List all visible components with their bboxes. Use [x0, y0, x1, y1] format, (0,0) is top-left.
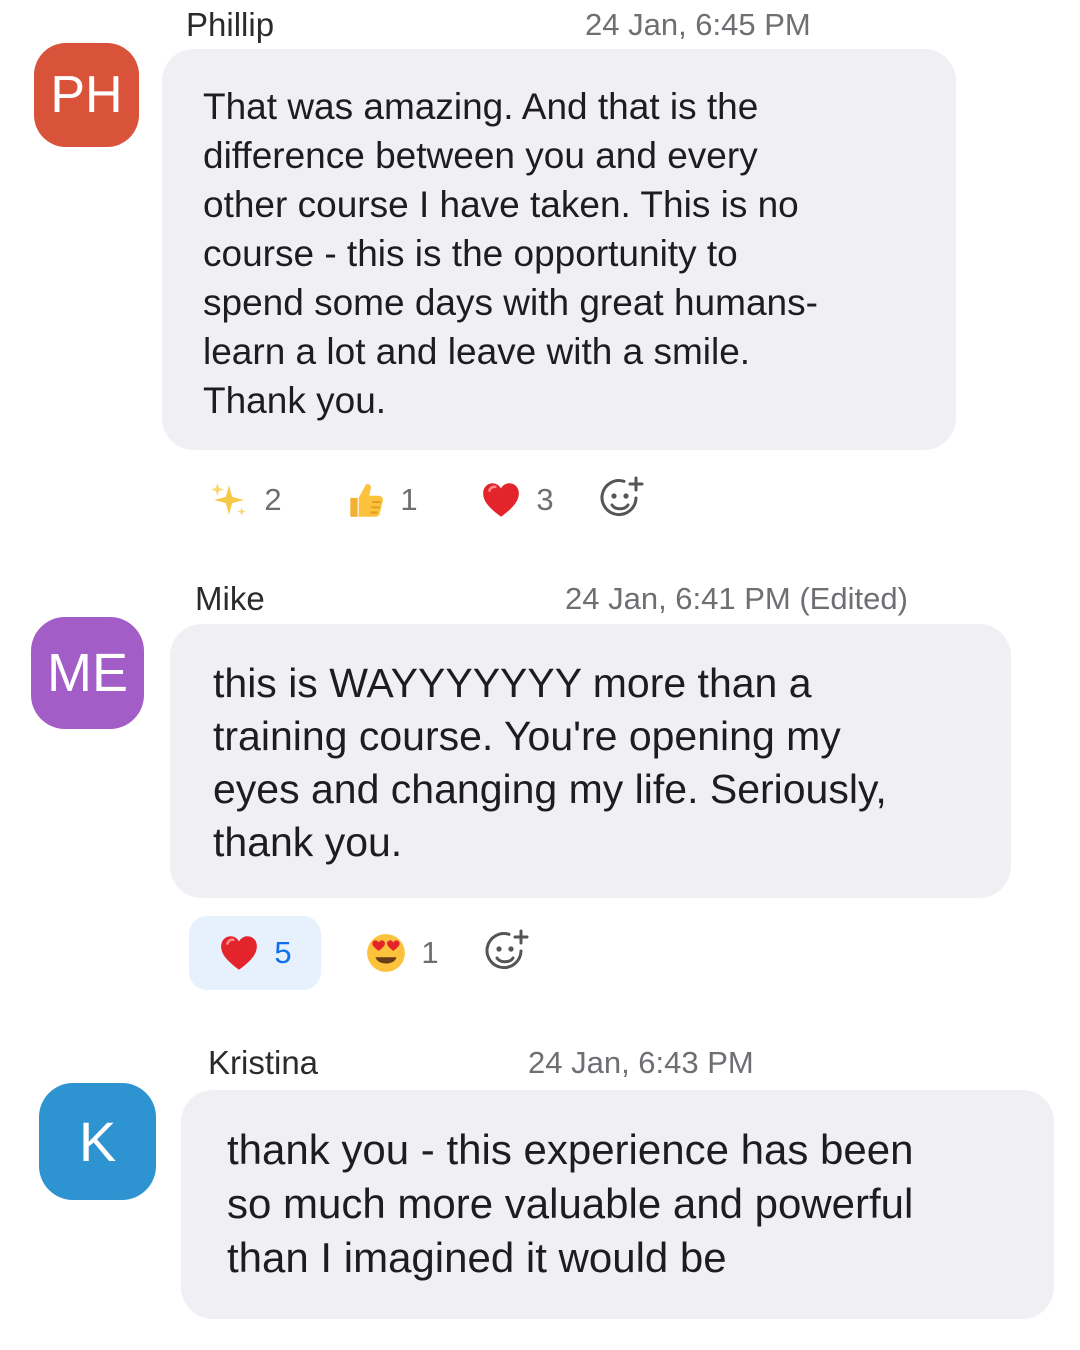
message-bubble[interactable]: That was amazing. And that is the differ… [162, 49, 956, 450]
avatar-mike[interactable]: ME [31, 617, 144, 729]
avatar-kristina[interactable]: K [39, 1083, 156, 1200]
heart-eyes-icon [365, 932, 407, 974]
red-heart-icon [218, 932, 260, 974]
reaction-count: 5 [274, 935, 292, 970]
avatar-initials: K [78, 1110, 117, 1173]
sender-name: Kristina [208, 1044, 319, 1081]
avatar-phillip[interactable]: PH [34, 43, 139, 147]
message-bubble[interactable]: thank you - this experience has been so … [181, 1090, 1054, 1319]
avatar-initials: PH [50, 66, 123, 124]
message-text: this is WAYYYYYYY more than a training c… [213, 660, 887, 865]
add-reaction-icon[interactable] [483, 929, 531, 977]
message-text: thank you - this experience has been so … [227, 1126, 914, 1281]
red-heart-icon [480, 479, 522, 521]
reaction-heart-eyes[interactable]: 1 [347, 916, 457, 990]
message-text: That was amazing. And that is the differ… [203, 86, 818, 421]
add-reaction-icon[interactable] [598, 476, 646, 524]
sender-name: Mike [195, 580, 265, 617]
reaction-count: 1 [400, 482, 418, 517]
avatar-initials: ME [47, 643, 128, 703]
thumbs-up-icon [344, 479, 386, 521]
reaction-heart[interactable]: 3 [462, 463, 572, 537]
message-timestamp: 24 Jan, 6:41 PM (Edited) [565, 581, 908, 616]
message-timestamp: 24 Jan, 6:45 PM [585, 7, 811, 42]
sparkles-icon [208, 479, 250, 521]
message-timestamp: 24 Jan, 6:43 PM [528, 1045, 754, 1080]
reaction-count: 1 [421, 935, 439, 970]
sender-name: Phillip [186, 6, 275, 43]
reaction-count: 3 [536, 482, 554, 517]
reaction-bar: 2 1 3 [190, 463, 646, 537]
reaction-count: 2 [264, 482, 282, 517]
reaction-thumbs-up[interactable]: 1 [326, 463, 436, 537]
reaction-heart[interactable]: 5 [189, 916, 321, 990]
message-bubble[interactable]: this is WAYYYYYYY more than a training c… [170, 624, 1011, 898]
reaction-bar: 5 1 [189, 916, 531, 990]
reaction-sparkles[interactable]: 2 [190, 463, 300, 537]
